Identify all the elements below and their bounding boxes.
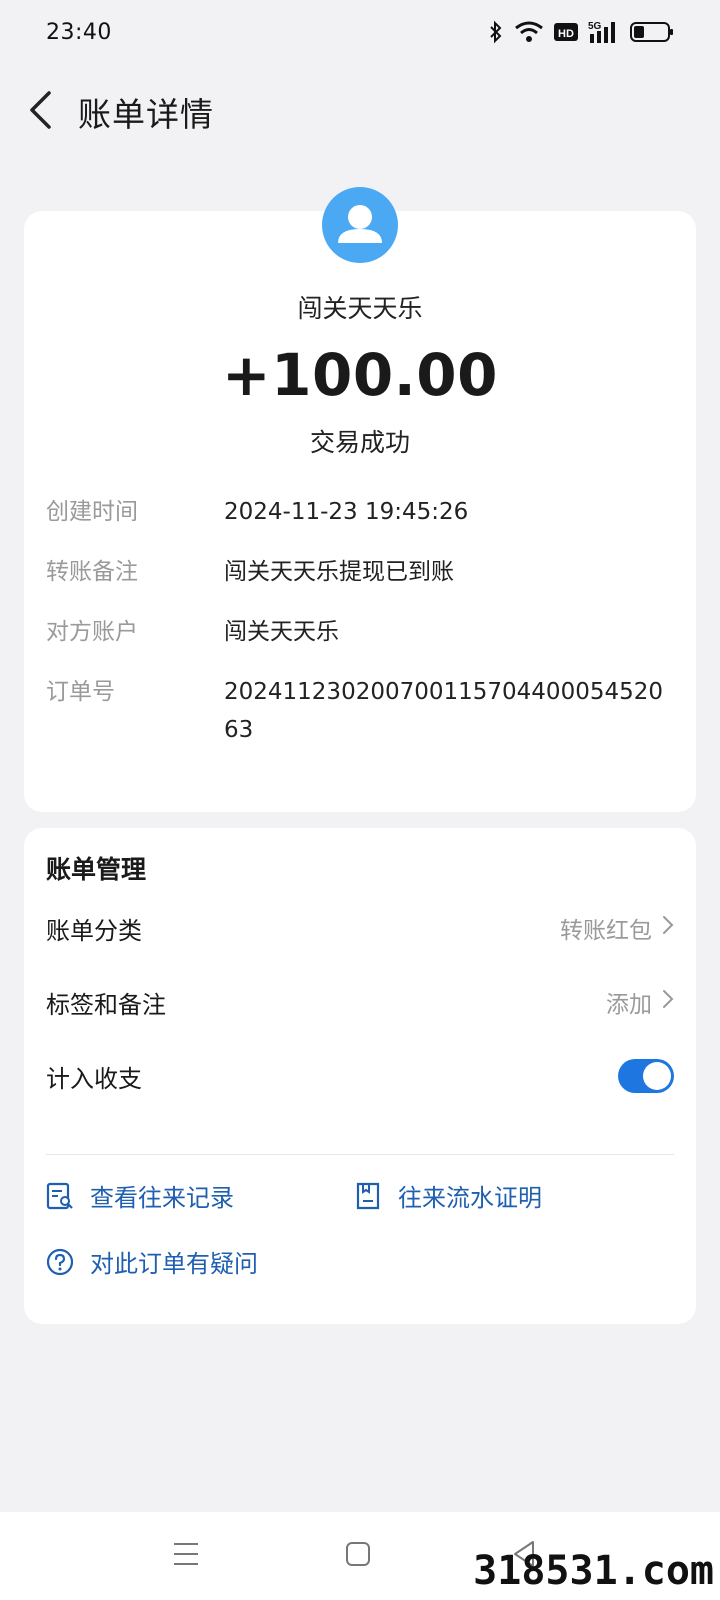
row-label: 账单分类 <box>46 916 142 945</box>
row-right: 转账红包 <box>560 911 674 945</box>
bill-management-card: 账单管理 账单分类 转账红包 标签和备注 添加 计入收支 查看往来记录 往来流水… <box>24 828 696 1324</box>
watermark-text: 318531.com <box>473 1548 714 1594</box>
network-label: 5G <box>588 21 602 32</box>
view-records-link[interactable]: 查看往来记录 <box>46 1178 234 1213</box>
statement-proof-link[interactable]: 往来流水证明 <box>354 1178 542 1213</box>
detail-value: 闯关天天乐 <box>224 619 339 645</box>
order-number-value[interactable]: 20241123020070011570440005452063 <box>224 673 676 749</box>
hd-label: HD <box>558 28 574 40</box>
header: 账单详情 <box>0 72 720 152</box>
question-circle-icon <box>46 1248 74 1276</box>
wifi-icon <box>514 21 544 43</box>
bluetooth-icon <box>488 20 504 44</box>
transaction-status: 交易成功 <box>309 428 410 457</box>
payee-name: 闯关天天乐 <box>297 294 423 323</box>
count-in-budget-toggle[interactable] <box>618 1059 674 1093</box>
battery-icon <box>630 21 674 43</box>
home-button[interactable] <box>336 1534 380 1578</box>
row-right: 添加 <box>606 985 674 1019</box>
detail-row-counterparty: 对方账户 闯关天天乐 <box>46 613 676 651</box>
section-title: 账单管理 <box>46 855 147 884</box>
status-bar: 23:40 HD 5G <box>0 0 720 64</box>
page-title: 账单详情 <box>78 95 214 134</box>
detail-label: 创建时间 <box>46 499 138 525</box>
detail-row-order-number: 订单号 20241123020070011570440005452063 <box>46 673 676 749</box>
detail-label: 转账备注 <box>46 559 138 585</box>
chevron-left-icon <box>27 90 53 134</box>
hd-icon: HD <box>554 23 578 41</box>
transaction-card: 闯关天天乐 +100.00 交易成功 创建时间 2024-11-23 19:45… <box>24 187 696 812</box>
detail-label: 订单号 <box>46 679 115 705</box>
transaction-amount: +100.00 <box>222 341 498 409</box>
record-search-icon <box>46 1182 74 1210</box>
bill-category-row[interactable]: 账单分类 转账红包 <box>46 900 674 956</box>
detail-label: 对方账户 <box>46 619 138 645</box>
status-time: 23:40 <box>46 19 112 45</box>
chevron-right-icon <box>662 915 674 941</box>
chevron-right-icon <box>662 989 674 1015</box>
toggle-knob <box>643 1062 671 1090</box>
count-in-budget-row: 计入收支 <box>46 1048 674 1104</box>
row-value: 添加 <box>606 992 652 1018</box>
status-icons: HD 5G <box>488 20 674 44</box>
row-label: 标签和备注 <box>46 990 166 1019</box>
order-question-link[interactable]: 对此订单有疑问 <box>46 1244 258 1279</box>
tags-notes-row[interactable]: 标签和备注 添加 <box>46 974 674 1030</box>
detail-value: 2024-11-23 19:45:26 <box>224 499 469 525</box>
row-value: 转账红包 <box>560 918 652 944</box>
home-square-icon <box>345 1541 371 1571</box>
menu-icon <box>172 1541 200 1571</box>
statement-icon <box>354 1182 382 1210</box>
link-label: 查看往来记录 <box>90 1184 234 1212</box>
back-button[interactable] <box>0 72 80 152</box>
5g-signal-icon: 5G <box>588 20 620 44</box>
user-avatar-icon <box>322 187 398 263</box>
row-label: 计入收支 <box>46 1064 142 1093</box>
menu-button[interactable] <box>164 1534 208 1578</box>
detail-row-transfer-note: 转账备注 闯关天天乐提现已到账 <box>46 553 676 591</box>
detail-row-created-time: 创建时间 2024-11-23 19:45:26 <box>46 493 676 531</box>
link-label: 往来流水证明 <box>398 1184 542 1212</box>
detail-value: 闯关天天乐提现已到账 <box>224 559 454 585</box>
divider <box>46 1154 674 1155</box>
link-label: 对此订单有疑问 <box>90 1250 258 1278</box>
